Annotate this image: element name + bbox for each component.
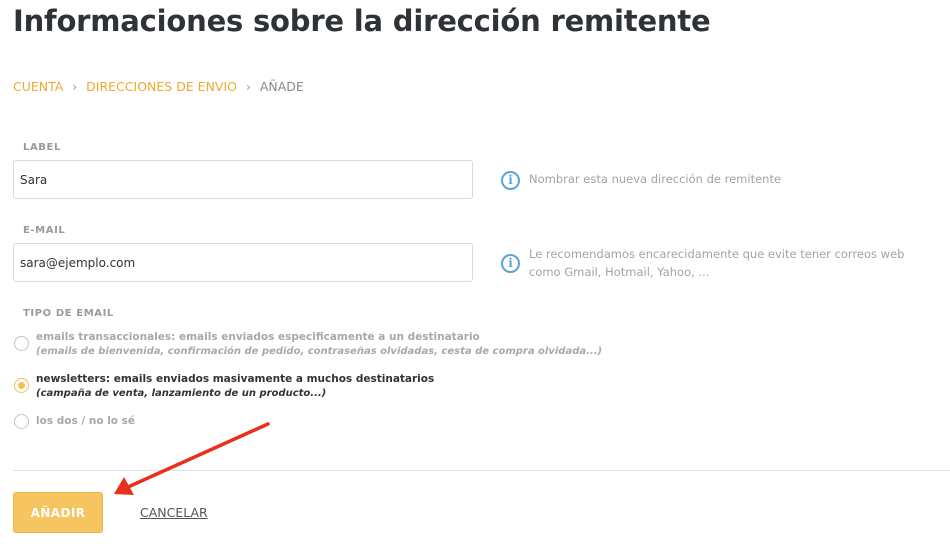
chevron-right-icon: › <box>246 79 251 94</box>
radio-newsletters-subtitle: (campaña de venta, lanzamiento de un pro… <box>36 388 327 399</box>
radio-transactional-title[interactable]: emails transaccionales: emails enviados … <box>36 331 480 343</box>
cancel-button[interactable]: CANCELAR <box>140 505 208 520</box>
radio-transactional[interactable] <box>14 336 29 351</box>
breadcrumb-item-current: AÑADE <box>259 79 304 94</box>
email-input[interactable] <box>13 243 473 282</box>
radio-newsletters-title[interactable]: newsletters: emails enviados masivamente… <box>36 373 434 385</box>
chevron-right-icon: › <box>72 79 78 94</box>
breadcrumb: CUENTA › DIRECCIONES DE ENVIO › AÑADE <box>13 79 304 94</box>
email-type-label: TIPO DE EMAIL <box>23 308 114 319</box>
add-button[interactable]: AÑADIR <box>13 492 103 533</box>
label-help-text: Nombrar esta nueva dirección de remitent… <box>529 172 782 186</box>
radio-both-title[interactable]: los dos / no lo sé <box>36 415 135 427</box>
email-field-label: E-MAIL <box>23 225 66 236</box>
label-field-label: LABEL <box>23 142 61 153</box>
breadcrumb-item-cuenta[interactable]: CUENTA <box>13 79 63 94</box>
email-help-text: Le recomendamos encarecidamente que evit… <box>529 247 905 279</box>
breadcrumb-item-direcciones[interactable]: DIRECCIONES DE ENVIO <box>86 79 237 94</box>
page-title: Informaciones sobre la dirección remiten… <box>13 4 711 38</box>
divider <box>13 470 950 471</box>
radio-newsletters[interactable] <box>14 378 29 393</box>
label-input[interactable] <box>13 160 473 199</box>
radio-transactional-subtitle: (emails de bienvenida, confirmación de p… <box>36 346 603 357</box>
info-icon: i <box>501 171 520 190</box>
info-icon: i <box>501 254 520 273</box>
radio-both[interactable] <box>14 414 29 429</box>
